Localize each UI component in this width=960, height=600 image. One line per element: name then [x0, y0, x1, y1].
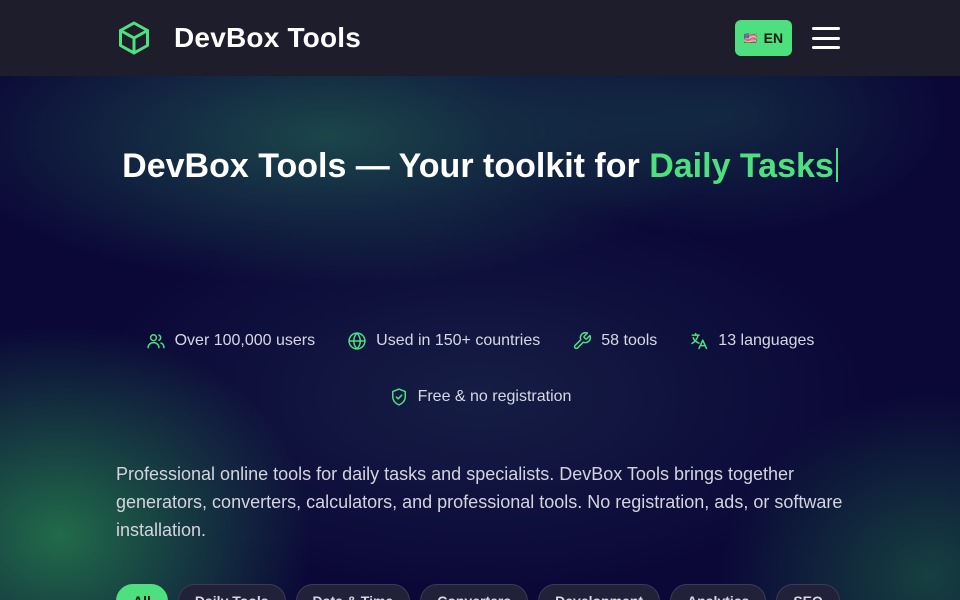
site-header: DevBox Tools 🇺🇸 EN: [0, 0, 960, 76]
typing-cursor: [835, 148, 838, 182]
us-flag-icon: 🇺🇸: [743, 32, 758, 45]
wrench-icon: [574, 331, 592, 350]
brand-name: DevBox Tools: [174, 22, 362, 53]
stat-free: Free & no registration: [389, 387, 572, 407]
hero-title-highlight: Daily Tasks: [649, 147, 834, 185]
category-chip-development[interactable]: Development: [538, 584, 661, 600]
stat-users: Over 100,000 users: [146, 331, 316, 351]
stat-languages: 13 languages: [689, 331, 814, 351]
hero-title-text: DevBox Tools — Your toolkit for: [122, 147, 640, 185]
translate-icon: [691, 332, 708, 350]
users-icon: [146, 334, 165, 349]
shield-check-icon: [391, 388, 406, 406]
category-chip-date-time[interactable]: Date & Time: [295, 584, 411, 600]
category-chip-daily-tools[interactable]: Daily Tools: [177, 584, 286, 600]
stat-countries: Used in 150+ countries: [347, 331, 540, 351]
category-chip-all[interactable]: All: [116, 584, 168, 600]
hero-description: Professional online tools for daily task…: [116, 464, 843, 540]
language-label: EN: [763, 30, 784, 46]
category-chip-analytics[interactable]: Analytics: [670, 584, 767, 600]
stat-label: Over 100,000 users: [174, 332, 316, 349]
stat-tools: 58 tools: [572, 331, 657, 351]
brand-logo[interactable]: DevBox Tools: [116, 20, 361, 56]
category-chip-seo[interactable]: SEO: [776, 584, 840, 600]
stat-label: 58 tools: [601, 332, 658, 349]
category-chip-converters[interactable]: Converters: [420, 584, 529, 600]
stats-row-2: Free & no registration: [0, 387, 960, 407]
stat-label: Used in 150+ countries: [376, 332, 541, 349]
category-filter: All Daily Tools Date & Time Converters D…: [116, 584, 840, 600]
language-selector-button[interactable]: 🇺🇸 EN: [735, 20, 792, 56]
globe-icon: [348, 332, 366, 350]
hero-title: DevBox Tools — Your toolkit for Daily Ta…: [120, 146, 840, 186]
hamburger-icon[interactable]: [812, 27, 840, 49]
stat-label: 13 languages: [718, 332, 815, 349]
hero-section: DevBox Tools — Your toolkit for Daily Ta…: [0, 76, 960, 600]
cube-icon: [119, 21, 149, 55]
stat-label: Free & no registration: [417, 388, 572, 405]
stats-row: Over 100,000 users Used in 150+ countrie…: [0, 331, 960, 351]
